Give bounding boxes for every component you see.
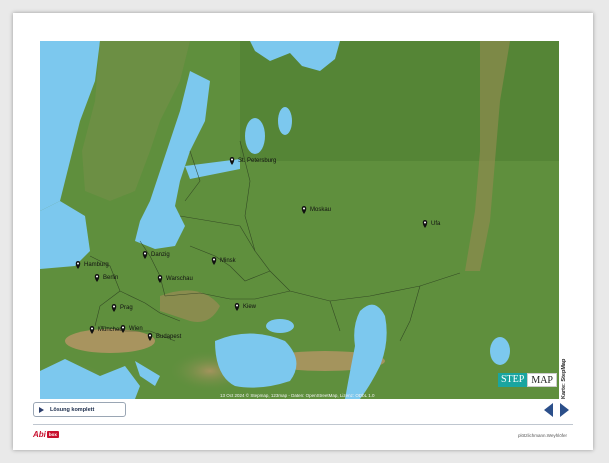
city-label: Moskau bbox=[310, 207, 331, 213]
abibox-logo-badge: box bbox=[46, 431, 59, 438]
city-label: St. Petersburg bbox=[238, 158, 276, 164]
sea-of-azov bbox=[266, 319, 294, 333]
city-label: Danzig bbox=[151, 252, 170, 258]
pin-ufa[interactable]: Ufa bbox=[422, 220, 441, 228]
worksheet-page: St. Petersburg Moskau Ufa Danzig Minsk H… bbox=[13, 13, 593, 450]
city-label: Kiew bbox=[243, 304, 257, 310]
lake-ladoga bbox=[245, 118, 265, 154]
arrow-right-icon bbox=[560, 403, 569, 417]
map-attribution: 13 Oct 2024 © Stepmap, 123map - Daten: O… bbox=[220, 393, 375, 398]
stepmap-logo-step: STEP bbox=[497, 373, 528, 387]
aral-sea bbox=[490, 337, 510, 365]
city-label: Berlin bbox=[103, 275, 118, 281]
city-label: Prag bbox=[120, 305, 133, 311]
stepmap-logo[interactable]: STEP MAP bbox=[497, 373, 557, 387]
copyright-text: plötzlichmann.Weyhlöfer bbox=[518, 433, 567, 438]
map-canvas: St. Petersburg Moskau Ufa Danzig Minsk H… bbox=[40, 41, 559, 399]
abibox-logo: Abi box bbox=[33, 430, 59, 439]
prev-page-button[interactable] bbox=[544, 403, 553, 417]
city-label: Budapest bbox=[156, 334, 182, 340]
footer-divider bbox=[33, 424, 573, 425]
stepmap-logo-map: MAP bbox=[527, 373, 557, 387]
city-label: Ufa bbox=[431, 221, 441, 227]
city-label: München bbox=[98, 327, 123, 333]
map-source-credit: Karte: StepMap bbox=[561, 358, 567, 399]
city-label: Minsk bbox=[220, 258, 237, 264]
abibox-logo-text: Abi bbox=[33, 430, 46, 439]
solution-complete-label: Lösung komplett bbox=[50, 406, 95, 413]
map-europe: St. Petersburg Moskau Ufa Danzig Minsk H… bbox=[40, 41, 559, 399]
city-label: Hamburg bbox=[84, 262, 109, 268]
black-sea bbox=[215, 333, 297, 388]
solution-complete-button[interactable]: Lösung komplett bbox=[33, 402, 126, 417]
next-page-button[interactable] bbox=[560, 403, 569, 417]
play-icon bbox=[39, 406, 44, 413]
lake-onega bbox=[278, 107, 292, 135]
city-label: Wien bbox=[129, 326, 143, 332]
city-label: Warschau bbox=[166, 276, 193, 282]
arrow-left-icon bbox=[544, 403, 553, 417]
